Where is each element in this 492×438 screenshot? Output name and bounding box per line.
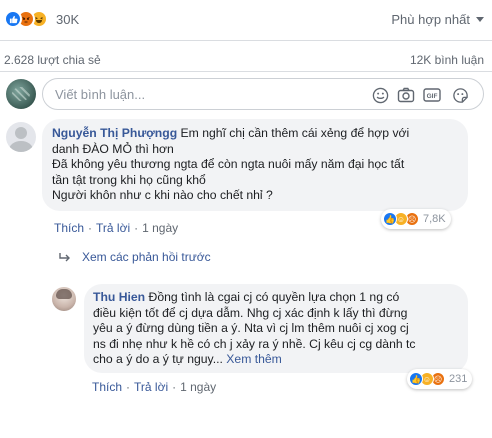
sticker-icon[interactable] bbox=[451, 86, 469, 104]
comment-input-placeholder: Viết bình luận... bbox=[55, 87, 146, 102]
reaction-summary-bar: 30K Phù hợp nhất bbox=[0, 0, 492, 40]
camera-icon[interactable] bbox=[397, 86, 415, 104]
view-previous-replies-link[interactable]: Xem các phản hồi trước bbox=[82, 250, 211, 264]
reaction-total[interactable]: 30K bbox=[56, 12, 79, 27]
comment-text: Nguyễn Thị Phượngg Em nghĩ chị cần thêm … bbox=[52, 126, 464, 204]
like-reaction-icon: 👍 bbox=[383, 212, 397, 226]
reply-bubble: Thu Hien Đồng tình là cgai cj có quyền l… bbox=[84, 284, 468, 373]
like-reaction-icon[interactable] bbox=[4, 10, 22, 28]
reaction-count: 7,8K bbox=[423, 213, 446, 225]
comment-actions: Thích · Trả lời · 1 ngày bbox=[54, 221, 179, 235]
share-count[interactable]: 2.628 lượt chia sẻ bbox=[4, 53, 101, 67]
reply-arrow-icon bbox=[59, 253, 70, 262]
comment-input[interactable]: Viết bình luận... GIF bbox=[42, 78, 484, 110]
reply-line: cho a ý do a ý tự nguy... bbox=[93, 352, 223, 367]
reply-timestamp[interactable]: 1 ngày bbox=[180, 380, 216, 394]
see-more-link[interactable]: Xem thêm bbox=[226, 352, 282, 366]
comment-timestamp[interactable]: 1 ngày bbox=[142, 221, 178, 235]
comment-bubble: Nguyễn Thị Phượngg Em nghĩ chị cần thêm … bbox=[42, 119, 468, 211]
gif-icon[interactable]: GIF bbox=[423, 86, 441, 104]
comment-line: tần tật trong khi họ cũng khổ bbox=[52, 172, 206, 187]
comment-line: Người khôn như c khi nào cho chết nhỉ ? bbox=[52, 188, 273, 203]
like-reaction-icon: 👍 bbox=[409, 372, 423, 386]
divider bbox=[0, 40, 492, 41]
comment-count[interactable]: 12K bình luận bbox=[410, 53, 484, 67]
reaction-count: 231 bbox=[449, 373, 468, 385]
sort-dropdown[interactable]: Phù hợp nhất bbox=[391, 12, 470, 27]
reply-actions: Thích · Trả lời · 1 ngày bbox=[92, 380, 217, 394]
chevron-down-icon[interactable] bbox=[476, 17, 484, 22]
emoji-icon[interactable] bbox=[371, 86, 389, 104]
like-button[interactable]: Thích bbox=[54, 221, 84, 235]
reply-line: Đồng tình là cgai cj có quyền lựa chọn 1… bbox=[148, 290, 400, 304]
reply-button[interactable]: Trả lời bbox=[134, 380, 168, 394]
reply-line: ns đi nhẹ như k hề có ch j xảy ra ý nhề.… bbox=[93, 336, 416, 351]
comment-author[interactable]: Nguyễn Thị Phượngg bbox=[52, 126, 177, 140]
commenter-avatar[interactable] bbox=[6, 122, 36, 152]
reply-button[interactable]: Trả lời bbox=[96, 221, 130, 235]
comment-line: danh ĐÀO MỎ thì hơn bbox=[52, 141, 174, 156]
reply-line: điều kiện tốt để cj dựa dẫm. Nhg cj xác … bbox=[93, 305, 408, 320]
comment-reactions-badge[interactable]: 👍 ☺ ☹ 7,8K bbox=[381, 209, 451, 229]
comment-line: Em nghĩ chị cần thêm cái xẻng để hợp với bbox=[180, 126, 410, 140]
current-user-avatar[interactable] bbox=[6, 79, 36, 109]
svg-text:GIF: GIF bbox=[427, 93, 438, 100]
reply-line: yêu a ý đừng dùng tiền a ý. Nta vì cj lm… bbox=[93, 321, 409, 336]
reply-reactions-badge[interactable]: 👍 ☺ ☹ 231 bbox=[407, 369, 473, 389]
comment-line: Đã không yêu thương ngta để còn ngta nuô… bbox=[52, 157, 405, 172]
divider bbox=[0, 71, 492, 72]
reply-author-avatar[interactable] bbox=[52, 287, 76, 311]
like-button[interactable]: Thích bbox=[92, 380, 122, 394]
reply-text: Thu Hien Đồng tình là cgai cj có quyền l… bbox=[93, 290, 463, 368]
reply-author[interactable]: Thu Hien bbox=[93, 290, 145, 304]
